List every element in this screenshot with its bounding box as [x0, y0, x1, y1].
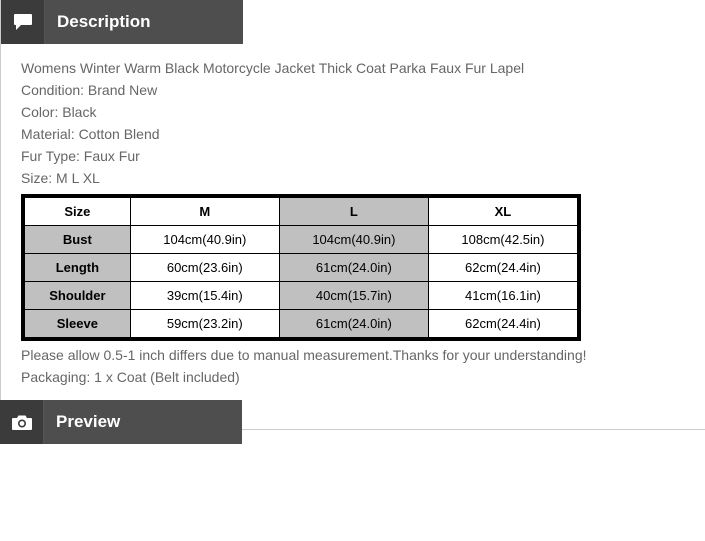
speech-bubble-icon — [1, 0, 45, 44]
camera-icon — [0, 400, 44, 444]
size-chart: Size M L XL Bust 104cm(40.9in) 104cm(40.… — [21, 194, 581, 341]
cell-sleeve-m: 59cm(23.2in) — [130, 310, 279, 338]
cell-bust-l: 104cm(40.9in) — [279, 226, 428, 254]
size-line: Size: M L XL — [21, 170, 705, 186]
table-row: Sleeve 59cm(23.2in) 61cm(24.0in) 62cm(24… — [25, 310, 578, 338]
preview-title: Preview — [44, 400, 242, 444]
table-row: Length 60cm(23.6in) 61cm(24.0in) 62cm(24… — [25, 254, 578, 282]
product-description-panel: Description Womens Winter Warm Black Mot… — [0, 0, 705, 430]
cell-sleeve-l: 61cm(24.0in) — [279, 310, 428, 338]
cell-bust-m: 104cm(40.9in) — [130, 226, 279, 254]
cell-shoulder-xl: 41cm(16.1in) — [428, 282, 577, 310]
measurement-note: Please allow 0.5-1 inch differs due to m… — [21, 347, 705, 363]
preview-header: Preview — [0, 400, 242, 444]
row-label-shoulder: Shoulder — [25, 282, 131, 310]
description-text-block: Womens Winter Warm Black Motorcycle Jack… — [21, 60, 705, 186]
table-row: Shoulder 39cm(15.4in) 40cm(15.7in) 41cm(… — [25, 282, 578, 310]
header-m: M — [130, 198, 279, 226]
packaging-line: Packaging: 1 x Coat (Belt included) — [21, 369, 705, 385]
cell-shoulder-m: 39cm(15.4in) — [130, 282, 279, 310]
fur-type-line: Fur Type: Faux Fur — [21, 148, 705, 164]
row-label-bust: Bust — [25, 226, 131, 254]
cell-shoulder-l: 40cm(15.7in) — [279, 282, 428, 310]
cell-bust-xl: 108cm(42.5in) — [428, 226, 577, 254]
row-label-sleeve: Sleeve — [25, 310, 131, 338]
cell-sleeve-xl: 62cm(24.4in) — [428, 310, 577, 338]
description-title: Description — [45, 0, 243, 44]
header-xl: XL — [428, 198, 577, 226]
material-line: Material: Cotton Blend — [21, 126, 705, 142]
description-content: Womens Winter Warm Black Motorcycle Jack… — [1, 44, 705, 385]
table-row: Bust 104cm(40.9in) 104cm(40.9in) 108cm(4… — [25, 226, 578, 254]
cell-length-xl: 62cm(24.4in) — [428, 254, 577, 282]
condition-line: Condition: Brand New — [21, 82, 705, 98]
size-table: Size M L XL Bust 104cm(40.9in) 104cm(40.… — [24, 197, 578, 338]
row-label-length: Length — [25, 254, 131, 282]
cell-length-m: 60cm(23.6in) — [130, 254, 279, 282]
table-header-row: Size M L XL — [25, 198, 578, 226]
color-line: Color: Black — [21, 104, 705, 120]
cell-length-l: 61cm(24.0in) — [279, 254, 428, 282]
description-header: Description — [1, 0, 243, 44]
header-size: Size — [25, 198, 131, 226]
product-title-line: Womens Winter Warm Black Motorcycle Jack… — [21, 60, 705, 76]
header-l: L — [279, 198, 428, 226]
